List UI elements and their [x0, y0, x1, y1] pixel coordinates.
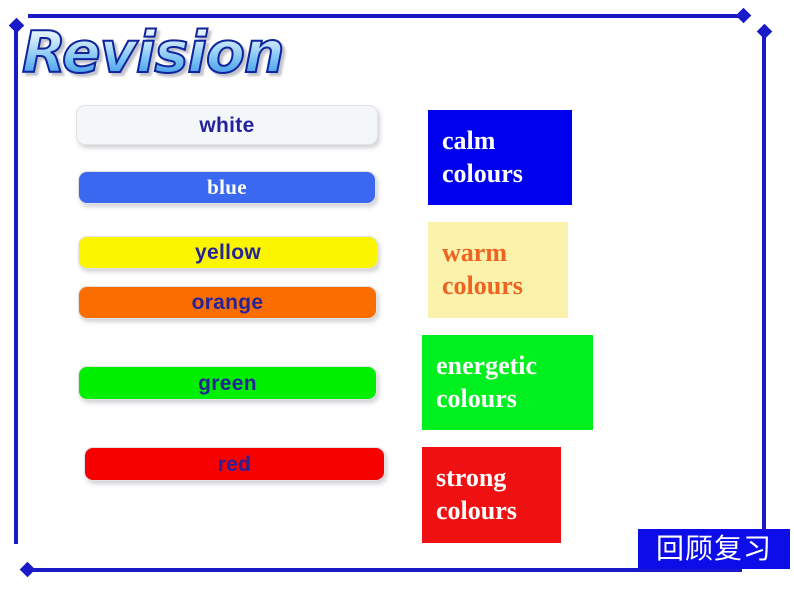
colour-bar-yellow[interactable]: yellow: [78, 236, 378, 269]
colour-bar-label-blue: blue: [207, 175, 247, 199]
colour-block-warm[interactable]: warm colours: [428, 222, 568, 318]
review-badge[interactable]: 回顾复习: [638, 529, 790, 569]
colour-block-energetic-line2: colours: [436, 384, 517, 414]
frame-corner-top-right-diamond: [735, 7, 752, 24]
colour-block-calm-line1: calm: [442, 126, 496, 155]
colour-bar-green[interactable]: green: [78, 366, 377, 400]
colour-block-strong-line1: strong: [436, 463, 507, 492]
frame-line-left: [14, 22, 18, 544]
slide-canvas: Revision white blue yellow orange green …: [0, 0, 794, 596]
colour-block-warm-line2: colours: [442, 271, 523, 301]
colour-bar-blue[interactable]: blue: [78, 171, 376, 204]
frame-line-bottom: [26, 568, 742, 572]
colour-bar-label-green: green: [198, 371, 257, 395]
colour-bar-orange[interactable]: orange: [78, 286, 377, 319]
colour-bar-label-white: white: [199, 113, 255, 137]
colour-bar-white[interactable]: white: [76, 105, 378, 145]
review-badge-label: 回顾复习: [655, 532, 772, 565]
colour-bar-label-orange: orange: [191, 291, 264, 314]
colour-block-energetic[interactable]: energetic colours: [422, 335, 593, 430]
colour-block-strong[interactable]: strong colours: [422, 447, 561, 543]
colour-bar-label-red: red: [217, 452, 252, 476]
frame-line-right: [762, 30, 766, 558]
colour-block-strong-line2: colours: [436, 496, 517, 526]
colour-bar-red[interactable]: red: [84, 447, 385, 481]
frame-corner-bottom-left-diamond: [19, 561, 36, 578]
frame-line-top: [28, 14, 744, 18]
colour-block-calm-line2: colours: [442, 159, 523, 189]
colour-bar-label-yellow: yellow: [195, 241, 261, 264]
page-title: Revision: [21, 20, 286, 86]
colour-block-calm[interactable]: calm colours: [428, 110, 572, 205]
colour-block-energetic-line1: energetic: [436, 351, 538, 380]
frame-corner-right-top-diamond: [756, 23, 773, 40]
colour-block-warm-line1: warm: [442, 238, 507, 267]
